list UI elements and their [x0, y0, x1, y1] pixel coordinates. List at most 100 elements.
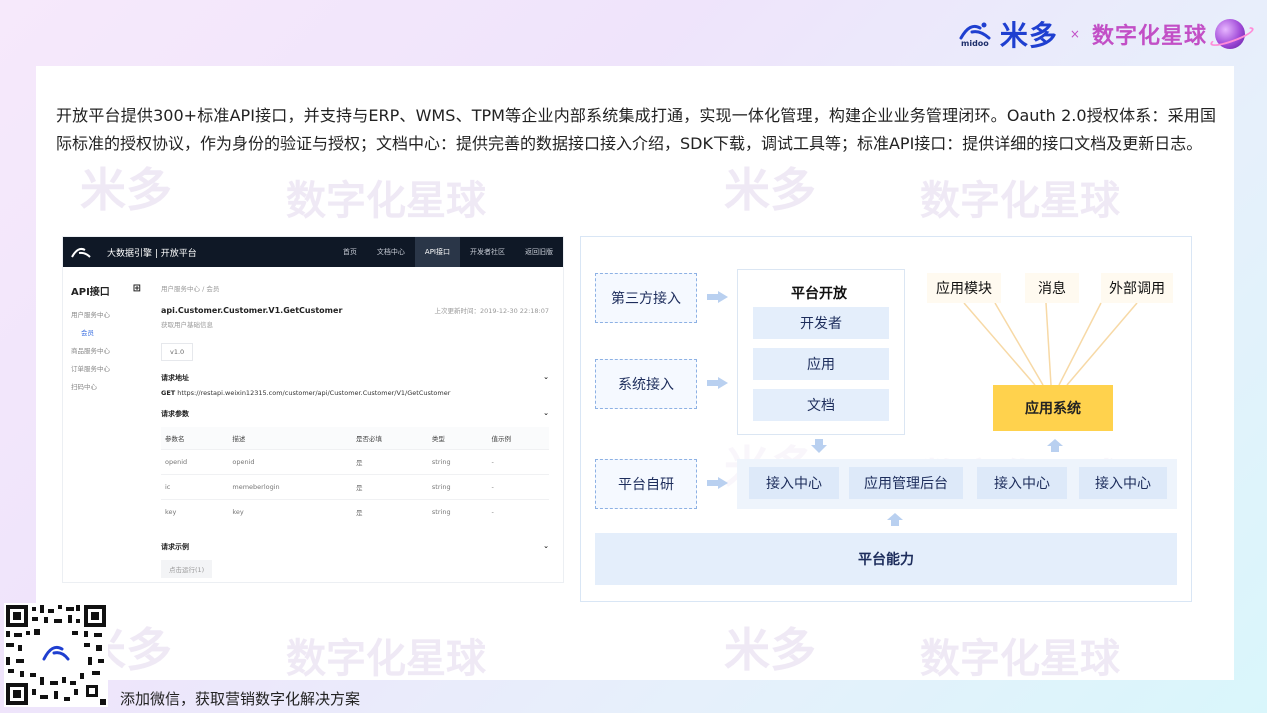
watermark-planet: 数字化星球 — [286, 178, 486, 224]
api-console-screenshot: 大数据引擎 | 开放平台 首页 文档中心 API接口 开发者社区 返回旧版 AP… — [62, 236, 564, 583]
nav-api[interactable]: API接口 — [414, 237, 460, 267]
table-cell: 是 — [351, 499, 428, 524]
col-header: 是否必填 — [351, 427, 428, 450]
request-method: GET — [161, 389, 176, 397]
col-header: 类型 — [427, 427, 488, 450]
sidebar-item-product-service[interactable]: 商品服务中心 — [71, 342, 151, 360]
planet-icon — [1215, 19, 1245, 49]
app-system: 应用系统 — [993, 385, 1113, 431]
example-heading: 请求示例 — [161, 543, 189, 551]
watermark-planet: 数字化星球 — [920, 178, 1120, 224]
footer-text: 添加微信，获取营销数字化解决方案 — [120, 690, 361, 708]
method-name: api.Customer.Customer.V1.GetCustomer — [161, 306, 343, 315]
platform-open-developer: 开发者 — [753, 307, 889, 339]
nav-old-version[interactable]: 返回旧版 — [515, 237, 563, 267]
table-cell: string — [427, 499, 488, 524]
table-cell: - — [487, 449, 549, 475]
sidebar-item-order-service[interactable]: 订单服务中心 — [71, 360, 151, 378]
request-url-line: GET https://restapi.weixin12315.com/cust… — [161, 389, 549, 397]
sidebar-item-scan-center[interactable]: 扫码中心 — [71, 378, 151, 396]
sidebar-item-user-service[interactable]: 用户服务中心 — [71, 306, 151, 324]
arrow-right-icon — [707, 377, 729, 389]
qr-code-icon — [4, 603, 108, 707]
table-row: ic memeberlogin 是 string - — [161, 474, 549, 500]
chevron-down-icon[interactable]: ⌄ — [543, 542, 549, 552]
version-select[interactable]: v1.0 — [161, 343, 194, 361]
api-platform-title: 大数据引擎 | 开放平台 — [107, 248, 197, 259]
params-table: 参数名 描述 是否必填 类型 值示例 openid openid 是 strin… — [161, 427, 549, 524]
api-content: 用户服务中心 / 会员 api.Customer.Customer.V1.Get… — [151, 267, 563, 578]
api-logo — [63, 245, 99, 259]
platform-access-center: 接入中心 — [977, 467, 1067, 499]
platform-open-app: 应用 — [753, 348, 889, 380]
api-sidebar: API接口 ⊞ 用户服务中心 会员 商品服务中心 订单服务中心 扫码中心 — [63, 267, 151, 578]
api-top-nav: 大数据引擎 | 开放平台 首页 文档中心 API接口 开发者社区 返回旧版 — [63, 237, 563, 267]
platform-app-admin: 应用管理后台 — [849, 467, 963, 499]
table-cell: ic — [161, 474, 229, 500]
chevron-down-icon[interactable]: ⌄ — [543, 373, 549, 383]
arrow-down-icon — [811, 439, 827, 453]
platform-open-docs: 文档 — [753, 389, 889, 421]
table-cell: key — [228, 499, 352, 524]
table-cell: memeberlogin — [228, 474, 352, 500]
table-cell: 是 — [351, 474, 428, 500]
col-header: 值示例 — [487, 427, 549, 450]
nav-docs[interactable]: 文档中心 — [367, 237, 415, 267]
table-row: openid openid 是 string - — [161, 449, 549, 475]
source-self-developed: 平台自研 — [595, 459, 697, 509]
table-cell: key — [161, 499, 229, 524]
watermark-brand: 米多 — [724, 623, 816, 677]
col-header: 描述 — [228, 427, 352, 450]
updated-time: 上次更新时间：2019-12-30 22:18:07 — [434, 307, 549, 315]
nav-community[interactable]: 开发者社区 — [460, 237, 515, 267]
table-row: key key 是 string - — [161, 499, 549, 524]
module-external-call: 外部调用 — [1101, 273, 1173, 303]
table-cell: openid — [161, 449, 229, 475]
midoo-small-text: midoo — [961, 39, 989, 48]
params-heading: 请求参数 — [161, 410, 189, 418]
request-url-heading: 请求地址 — [161, 374, 189, 382]
method-description: 获取用户基础信息 — [161, 321, 213, 329]
col-header: 参数名 — [161, 427, 229, 450]
watermark-planet: 数字化星球 — [286, 636, 486, 680]
platform-capability: 平台能力 — [595, 533, 1177, 585]
table-cell: openid — [228, 449, 352, 475]
module-app-module: 应用模块 — [927, 273, 1001, 303]
source-system: 系统接入 — [595, 359, 697, 409]
brand-separator: × — [1069, 27, 1080, 41]
watermark-brand: 米多 — [80, 163, 172, 217]
table-cell: string — [427, 449, 488, 475]
intro-paragraph: 开放平台提供300+标准API接口，并支持与ERP、WMS、TPM等企业内部系统… — [56, 106, 1216, 153]
module-message: 消息 — [1025, 273, 1079, 303]
arrow-up-icon — [1047, 439, 1063, 453]
table-cell: 是 — [351, 449, 428, 475]
platform-access-center: 接入中心 — [1079, 467, 1167, 499]
grid-icon[interactable]: ⊞ — [133, 283, 141, 298]
planet-brand-name: 数字化星球 — [1091, 24, 1207, 49]
source-third-party: 第三方接入 — [595, 273, 697, 323]
watermark-brand: 米多 — [724, 163, 816, 217]
architecture-diagram: 第三方接入 系统接入 平台自研 平台开放 开发者 应用 文档 应用模块 消息 外… — [580, 236, 1192, 602]
chevron-down-icon[interactable]: ⌄ — [543, 409, 549, 419]
watermark-planet: 数字化星球 — [920, 636, 1120, 680]
table-cell: string — [427, 474, 488, 500]
midoo-logo: midoo — [958, 20, 992, 48]
platform-access-center: 接入中心 — [749, 467, 839, 499]
brand-header: midoo 米多 × 数字化星球 — [958, 14, 1245, 54]
try-run-button[interactable]: 点击运行(1) — [161, 560, 213, 578]
sidebar-heading: API接口 — [71, 287, 110, 298]
table-cell: - — [487, 499, 549, 524]
arrow-right-icon — [707, 291, 729, 303]
arrow-right-icon — [707, 477, 729, 489]
platform-open-title: 平台开放 — [791, 286, 847, 302]
midoo-brand-name: 米多 — [999, 19, 1058, 52]
sidebar-item-member[interactable]: 会员 — [71, 324, 151, 342]
arrow-up-icon — [887, 513, 903, 527]
request-url: https://restapi.weixin12315.com/customer… — [177, 389, 451, 397]
breadcrumb: 用户服务中心 / 会员 — [161, 285, 220, 293]
content-card: 米多 数字化星球 米多 数字化星球 米多 数字化星球 米多 数字化星球 米多 数… — [36, 66, 1234, 680]
wechat-qr-code[interactable] — [4, 603, 108, 707]
table-cell: - — [487, 474, 549, 500]
nav-home[interactable]: 首页 — [333, 237, 367, 267]
midoo-logo-icon — [71, 247, 91, 258]
